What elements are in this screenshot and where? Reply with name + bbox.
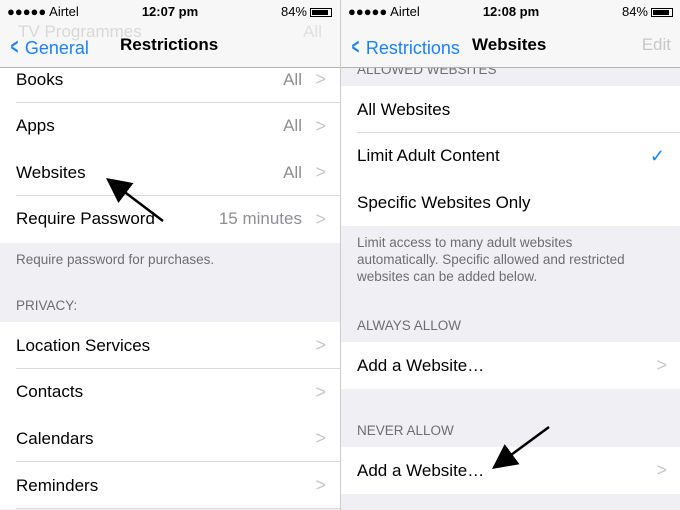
- battery: 84%: [622, 4, 673, 19]
- chevron-right-icon: >: [315, 335, 326, 355]
- chevron-right-icon: >: [315, 208, 326, 229]
- section-header-privacy: PRIVACY:: [16, 298, 78, 313]
- row-label: Limit Adult Content: [357, 146, 500, 165]
- row-websites[interactable]: Websites All >: [0, 149, 340, 196]
- row-label: Specific Websites Only: [357, 192, 531, 212]
- section-header-never-allow: NEVER ALLOW: [357, 423, 454, 438]
- row-label: Calendars: [16, 428, 94, 448]
- option-limit-adult-content[interactable]: Limit Adult Content ✓: [341, 132, 680, 180]
- back-label: General: [24, 38, 89, 58]
- row-label: Require Password: [16, 209, 155, 228]
- chevron-right-icon: >: [656, 460, 667, 480]
- row-location-services[interactable]: Location Services >: [0, 322, 340, 369]
- chevron-right-icon: >: [315, 475, 326, 496]
- row-label: Apps: [16, 116, 55, 135]
- row-calendars[interactable]: Calendars >: [0, 415, 340, 463]
- divider: [16, 508, 340, 510]
- chevron-right-icon: >: [315, 162, 326, 182]
- battery: 84%: [281, 4, 332, 19]
- checkmark-icon: ✓: [649, 145, 665, 166]
- always-allow-add-website[interactable]: Add a Website… >: [341, 342, 680, 389]
- option-all-websites[interactable]: All Websites: [341, 86, 680, 133]
- row-apps[interactable]: Apps All >: [0, 102, 340, 150]
- never-allow-add-website[interactable]: Add a Website… >: [341, 447, 680, 494]
- row-value: All: [283, 162, 302, 182]
- footer-note: Limit access to many adult websites auto…: [357, 235, 625, 284]
- option-specific-websites-only[interactable]: Specific Websites Only: [341, 179, 680, 226]
- row-label: Books: [16, 69, 64, 89]
- row-label: All Websites: [357, 99, 451, 119]
- chevron-left-icon: <: [351, 34, 360, 59]
- row-contacts[interactable]: Contacts >: [0, 368, 340, 416]
- back-button[interactable]: < General: [8, 34, 89, 60]
- chevron-right-icon: >: [315, 69, 326, 89]
- battery-percent: 84%: [280, 4, 307, 19]
- row-label: Reminders: [16, 475, 99, 495]
- row-label: Add a Website…: [357, 355, 485, 375]
- edit-button[interactable]: Edit: [642, 35, 671, 55]
- row-label: Location Services: [16, 335, 151, 355]
- footer-note: Require password for purchases.: [16, 252, 215, 267]
- row-label: Websites: [16, 162, 86, 182]
- restrictions-screen: ●●●●● Airtel 12:07 pm 84% TV Programmes …: [0, 0, 340, 510]
- chevron-left-icon: <: [10, 34, 19, 59]
- row-value: All: [283, 69, 302, 89]
- row-value: 15 minutes: [218, 209, 302, 228]
- row-label: Add a Website…: [357, 460, 485, 480]
- chevron-right-icon: >: [315, 115, 326, 136]
- status-bar: ●●●●● Airtel 12:07 pm 84%: [0, 0, 340, 22]
- battery-icon: [651, 8, 673, 18]
- row-value: All: [283, 116, 302, 135]
- status-bar: ●●●●● Airtel 12:08 pm 84%: [341, 0, 680, 22]
- back-button[interactable]: < Restrictions: [349, 34, 460, 60]
- nav-bar: < Restrictions Websites Edit: [341, 22, 680, 68]
- chevron-right-icon: >: [315, 428, 326, 449]
- page-title: Websites: [472, 35, 547, 54]
- row-reminders[interactable]: Reminders >: [0, 462, 340, 510]
- chevron-right-icon: >: [315, 381, 326, 402]
- section-header-always-allow: ALWAYS ALLOW: [357, 318, 462, 333]
- row-require-password[interactable]: Require Password 15 minutes >: [0, 195, 340, 243]
- page-title: Restrictions: [120, 35, 219, 54]
- row-label: Contacts: [16, 382, 84, 402]
- battery-icon: [310, 8, 332, 18]
- battery-percent: 84%: [621, 4, 648, 19]
- back-label: Restrictions: [365, 38, 460, 58]
- ghost-row-value: All: [303, 22, 322, 41]
- websites-screen: ●●●●● Airtel 12:08 pm 84% < Restrictions …: [340, 0, 680, 510]
- chevron-right-icon: >: [656, 355, 667, 375]
- nav-bar: TV Programmes All < General Restrictions: [0, 22, 340, 68]
